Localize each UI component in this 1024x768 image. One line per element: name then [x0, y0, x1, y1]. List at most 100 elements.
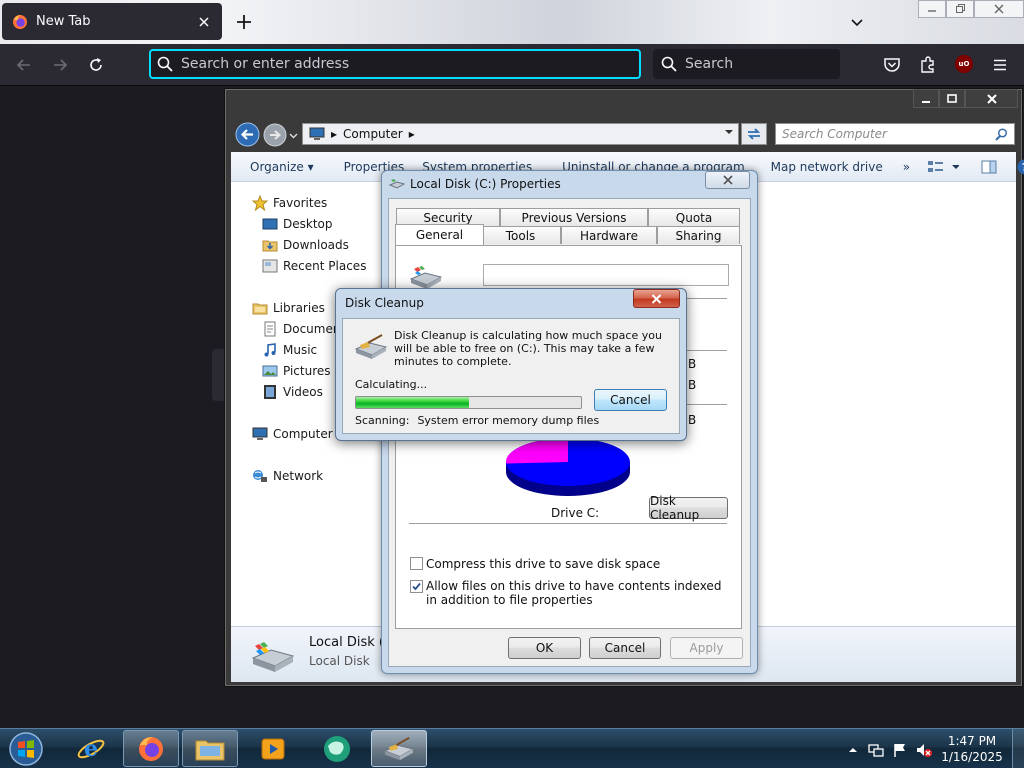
- disk-cleanup-close-button[interactable]: [633, 289, 680, 308]
- capacity-unit-fragment: B: [688, 413, 697, 427]
- nav-network[interactable]: Network: [252, 467, 323, 485]
- tab-sharing[interactable]: Sharing: [657, 226, 740, 244]
- change-view-icon[interactable]: [927, 160, 960, 174]
- map-network-drive-button[interactable]: Map network drive: [762, 160, 892, 174]
- help-icon[interactable]: ?: [1017, 159, 1024, 175]
- action-center-flag-icon[interactable]: [892, 742, 908, 758]
- computer-icon: [252, 426, 268, 442]
- forward-arrow-icon[interactable]: [51, 56, 69, 74]
- maximize-button[interactable]: [939, 89, 965, 108]
- restore-button[interactable]: [946, 0, 974, 18]
- minimize-button[interactable]: [913, 89, 939, 108]
- index-label: Allow files on this drive to have conten…: [426, 579, 722, 607]
- back-arrow-icon[interactable]: [235, 122, 260, 147]
- taskbar-media-player[interactable]: [245, 730, 301, 767]
- nav-libraries[interactable]: Libraries: [252, 299, 325, 317]
- separator: [409, 523, 727, 524]
- taskbar-file-explorer[interactable]: [182, 730, 238, 767]
- nav-recent-places[interactable]: Recent Places: [262, 257, 366, 275]
- media-player-icon: [261, 738, 285, 759]
- taskbar-clock[interactable]: 1:47 PM 1/16/2025: [940, 733, 1004, 765]
- forward-arrow-icon[interactable]: [263, 123, 287, 147]
- hamburger-menu-icon[interactable]: [991, 56, 1009, 74]
- network-status-icon[interactable]: [868, 742, 884, 758]
- nav-downloads-label: Downloads: [283, 238, 349, 252]
- nav-computer[interactable]: Computer: [252, 425, 333, 443]
- nav-desktop-label: Desktop: [283, 217, 333, 231]
- show-hidden-icons-icon[interactable]: [845, 742, 861, 758]
- organize-button[interactable]: Organize ▾: [241, 160, 323, 174]
- more-commands-button[interactable]: »: [894, 160, 919, 174]
- new-tab-button[interactable]: [234, 12, 254, 32]
- show-desktop-button[interactable]: [1012, 729, 1024, 768]
- desktop-icon: [262, 216, 278, 232]
- taskbar-disk-cleanup[interactable]: [371, 730, 427, 767]
- close-icon[interactable]: [196, 14, 212, 30]
- nav-favorites[interactable]: Favorites: [252, 194, 327, 212]
- url-input[interactable]: [181, 56, 621, 72]
- nav-downloads[interactable]: Downloads: [262, 236, 349, 254]
- taskbar-app[interactable]: [309, 730, 365, 767]
- firefox-logo-icon: [12, 14, 28, 30]
- reload-icon[interactable]: [87, 56, 105, 74]
- drive-name-input[interactable]: [483, 264, 729, 286]
- ublock-origin-icon[interactable]: uO: [955, 55, 973, 73]
- breadcrumb-computer[interactable]: Computer: [343, 127, 403, 141]
- taskbar-firefox[interactable]: [123, 730, 179, 767]
- disk-cleanup-icon: [383, 736, 415, 760]
- chevron-down-icon[interactable]: [849, 14, 865, 30]
- browser-tab[interactable]: New Tab: [2, 3, 222, 40]
- nav-desktop[interactable]: Desktop: [262, 215, 333, 233]
- tab-title: New Tab: [36, 14, 91, 29]
- close-window-button[interactable]: [965, 89, 1018, 108]
- preview-pane-icon[interactable]: [981, 160, 997, 174]
- tab-previous-versions[interactable]: Previous Versions: [500, 208, 648, 226]
- recent-pages-chevron-icon[interactable]: [289, 131, 298, 140]
- url-bar[interactable]: [149, 49, 641, 79]
- cancel-button[interactable]: Cancel: [589, 637, 661, 659]
- tab-general[interactable]: General: [395, 224, 484, 245]
- internet-explorer-icon: e: [77, 736, 105, 762]
- compress-checkbox[interactable]: [410, 557, 423, 570]
- breadcrumb-separator-icon[interactable]: ▸: [409, 127, 415, 141]
- local-disk-icon: [249, 640, 295, 674]
- disk-cleanup-status: Calculating...: [355, 378, 428, 391]
- apply-button[interactable]: Apply: [670, 637, 743, 659]
- explorer-search-box[interactable]: Search Computer: [775, 123, 1015, 145]
- tab-hardware[interactable]: Hardware: [561, 226, 657, 244]
- refresh-button[interactable]: [741, 123, 767, 145]
- used-space-unit-fragment: B: [688, 357, 697, 371]
- drive-label: Drive C:: [551, 506, 600, 520]
- extensions-puzzle-icon[interactable]: [919, 56, 937, 74]
- browser-window-controls: [918, 0, 1024, 18]
- scanning-label: Scanning:: [355, 414, 410, 427]
- nav-pictures[interactable]: Pictures: [262, 362, 331, 380]
- svg-text:e: e: [84, 736, 98, 762]
- nav-videos-label: Videos: [283, 385, 323, 399]
- pocket-icon[interactable]: [883, 56, 901, 74]
- disk-cleanup-cancel-button[interactable]: Cancel: [594, 389, 667, 411]
- taskbar-internet-explorer[interactable]: e: [63, 730, 119, 767]
- breadcrumb-separator-icon[interactable]: ▸: [331, 127, 337, 141]
- properties-close-button[interactable]: [705, 171, 750, 189]
- nav-videos[interactable]: Videos: [262, 383, 323, 401]
- pictures-icon: [262, 363, 278, 379]
- search-bar[interactable]: Search: [653, 49, 840, 79]
- close-window-button[interactable]: [974, 0, 1024, 18]
- folder-icon: [195, 740, 225, 760]
- address-dropdown-icon[interactable]: [724, 127, 734, 137]
- disk-cleanup-button[interactable]: Disk Cleanup: [649, 494, 728, 522]
- start-button[interactable]: [4, 730, 48, 768]
- star-icon: [252, 195, 268, 211]
- tab-tools[interactable]: Tools: [480, 226, 561, 244]
- tab-quota[interactable]: Quota: [648, 208, 740, 226]
- back-arrow-icon[interactable]: [15, 56, 33, 74]
- index-checkbox[interactable]: [410, 580, 423, 593]
- explorer-address-bar[interactable]: ▸ Computer ▸: [302, 123, 739, 145]
- disk-cleanup-title: Disk Cleanup: [345, 296, 424, 310]
- ok-button[interactable]: OK: [508, 637, 581, 659]
- volume-muted-icon[interactable]: [916, 742, 932, 758]
- nav-music[interactable]: Music: [262, 341, 317, 359]
- disk-usage-pie-chart: [505, 432, 631, 500]
- minimize-button[interactable]: [918, 0, 946, 18]
